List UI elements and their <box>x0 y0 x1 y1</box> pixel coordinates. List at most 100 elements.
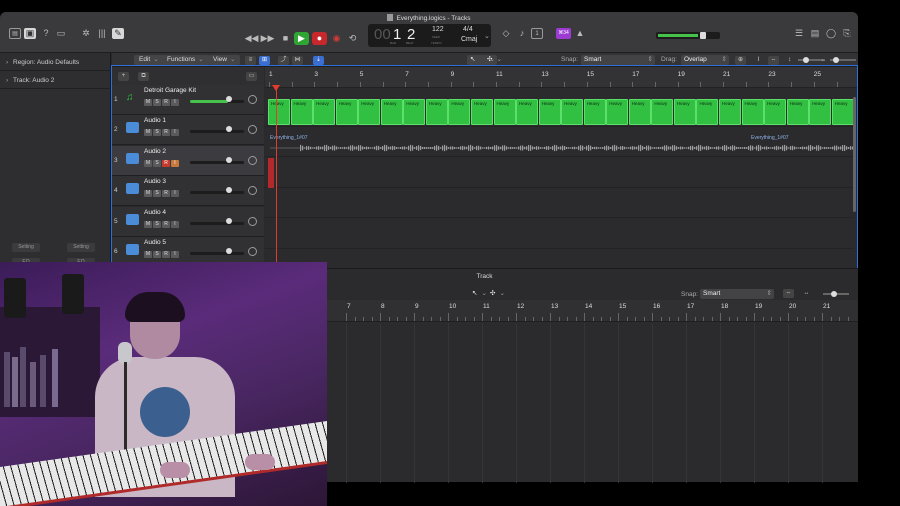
volume-fader[interactable] <box>190 222 244 225</box>
pan-knob[interactable] <box>248 125 257 134</box>
drummer-region[interactable]: Heavy <box>741 99 764 125</box>
drummer-region[interactable]: Heavy <box>809 99 832 125</box>
pan-knob[interactable] <box>248 156 257 165</box>
forward-button[interactable]: ▶▶ <box>260 32 275 45</box>
vertical-scrollbar[interactable] <box>853 97 856 212</box>
fader-knob[interactable] <box>226 187 232 193</box>
input-monitor-button[interactable]: I <box>171 251 179 258</box>
editor-zoom-icon[interactable]: ↔ <box>801 289 812 298</box>
editor-zoom-slider[interactable] <box>823 291 849 297</box>
volume-fader[interactable] <box>190 130 244 133</box>
drummer-region[interactable]: Heavy <box>651 99 674 125</box>
track-header-1[interactable]: 1 ♫ Detroit Garage Kit M S R I <box>112 85 264 115</box>
pan-knob[interactable] <box>248 95 257 104</box>
browser-icon[interactable]: ⎘ <box>841 28 853 39</box>
input-monitor-button[interactable]: I <box>171 221 179 228</box>
capture-record-icon[interactable]: ◉ <box>329 32 344 45</box>
record-enable-button[interactable]: R <box>162 190 170 197</box>
edit-menu[interactable]: Edit ⌄ <box>134 55 164 65</box>
replace-icon[interactable]: ◇ <box>500 28 512 39</box>
pan-knob[interactable] <box>248 186 257 195</box>
track-header-5[interactable]: 5 Audio 4 MSRI <box>112 207 264 237</box>
drummer-region[interactable]: Heavy <box>380 99 403 125</box>
horizontal-zoom-knob[interactable] <box>833 57 839 63</box>
fader-knob[interactable] <box>226 96 232 102</box>
solo-button[interactable]: S <box>153 251 161 258</box>
drummer-region[interactable]: Heavy <box>786 99 809 125</box>
editors-icon[interactable]: ✎ <box>112 28 124 39</box>
track-lane-4[interactable] <box>265 188 853 218</box>
notepad-icon[interactable]: ▤ <box>809 28 821 39</box>
drummer-region[interactable]: Heavy <box>673 99 696 125</box>
input-monitor-button[interactable]: I <box>171 160 179 167</box>
track-header-2[interactable]: 2 Audio 1 MSRI <box>112 115 264 145</box>
track-name[interactable]: Audio 1 <box>144 117 166 124</box>
track-header-4[interactable]: 4 Audio 3 MSRI <box>112 176 264 206</box>
snap-select[interactable]: Smart ⇕ <box>581 55 655 65</box>
functions-menu[interactable]: Functions ⌄ <box>162 55 209 65</box>
metronome-icon[interactable]: ▲ <box>574 28 586 39</box>
mute-button[interactable]: M <box>144 129 152 136</box>
editor-ruler[interactable]: 7 8 9 10 11 12 13 14 15 16 17 18 19 20 21 <box>327 300 858 322</box>
setting-button-left[interactable]: Setting <box>12 243 40 252</box>
input-monitor-button[interactable]: I <box>171 129 179 136</box>
volume-fader[interactable] <box>190 100 244 103</box>
solo-button[interactable]: S <box>153 190 161 197</box>
record-button[interactable]: ● <box>312 32 327 45</box>
audio-region-waveform[interactable]: Everything_1#07 Everything_1#07 <box>270 135 853 157</box>
mute-button[interactable]: M <box>144 221 152 228</box>
record-enable-button[interactable]: R <box>162 129 170 136</box>
pan-knob[interactable] <box>248 217 257 226</box>
playhead-line[interactable] <box>276 87 277 277</box>
fader-knob[interactable] <box>226 248 232 254</box>
drummer-region[interactable]: Heavy <box>470 99 493 125</box>
lcd-chevron-icon[interactable]: ⌄ <box>484 32 490 40</box>
global-tracks-icon[interactable]: ▭ <box>246 72 257 81</box>
editor-fit-icon[interactable]: ⇔ <box>783 289 794 298</box>
track-name[interactable]: Audio 4 <box>144 209 166 216</box>
mixer-icon[interactable]: ||| <box>96 28 108 39</box>
fit-vertical-icon[interactable]: ↕ <box>784 56 795 65</box>
drummer-region[interactable]: Heavy <box>764 99 787 125</box>
editor-snap-select[interactable]: Smart ⇕ <box>700 289 774 299</box>
rewind-button[interactable]: ◀◀ <box>244 32 259 45</box>
drummer-region[interactable]: Heavy <box>628 99 651 125</box>
drummer-region[interactable]: Heavy <box>719 99 741 125</box>
editor-pointer-tool[interactable]: ↖ ⌄ <box>469 289 489 299</box>
track-name[interactable]: Detroit Garage Kit <box>144 87 196 94</box>
mute-button[interactable]: M <box>144 99 152 106</box>
list-editors-icon[interactable]: ☰ <box>793 28 805 39</box>
record-enable-button[interactable]: R <box>162 160 170 167</box>
record-enable-button[interactable]: R <box>162 221 170 228</box>
volume-fader[interactable] <box>190 252 244 255</box>
grid-view-icon[interactable]: ⊞ <box>259 56 270 65</box>
region-inspector-header[interactable]: › Region: Audio Defaults <box>0 54 111 71</box>
bar-ruler[interactable]: 1 3 5 7 9 11 13 15 17 19 21 23 25 <box>265 67 858 88</box>
setting-button-right[interactable]: Setting <box>67 243 95 252</box>
tuner-icon[interactable]: ♪ <box>516 28 528 39</box>
drummer-region[interactable]: Heavy <box>561 99 584 125</box>
solo-button[interactable]: S <box>153 160 161 167</box>
pan-knob[interactable] <box>248 247 257 256</box>
drummer-region[interactable]: Heavy <box>403 99 426 125</box>
drummer-region[interactable]: Heavy <box>425 99 448 125</box>
track-lane-5[interactable] <box>265 219 853 249</box>
cycle-icon[interactable]: ⟲ <box>345 32 360 45</box>
smart-controls-icon[interactable]: ✲ <box>80 28 92 39</box>
flex-icon[interactable]: ⋈ <box>292 56 303 65</box>
move-tool-select[interactable]: ✣ ⌄ <box>484 55 504 65</box>
fit-horizontal-icon[interactable]: ⇔ <box>768 56 779 65</box>
mute-button[interactable]: M <box>144 190 152 197</box>
master-volume-knob[interactable] <box>700 32 706 39</box>
loops-icon[interactable]: ◯ <box>825 28 837 39</box>
drummer-region[interactable]: Heavy <box>516 99 539 125</box>
track-name[interactable]: Audio 2 <box>144 148 166 155</box>
master-volume-slider[interactable] <box>656 32 720 39</box>
drummer-region[interactable]: Heavy <box>290 99 313 125</box>
fader-knob[interactable] <box>226 157 232 163</box>
record-enable-button[interactable]: R <box>162 99 170 106</box>
input-monitor-button[interactable]: I <box>171 99 179 106</box>
mute-button[interactable]: M <box>144 160 152 167</box>
mute-button[interactable]: M <box>144 251 152 258</box>
solo-button[interactable]: S <box>153 129 161 136</box>
